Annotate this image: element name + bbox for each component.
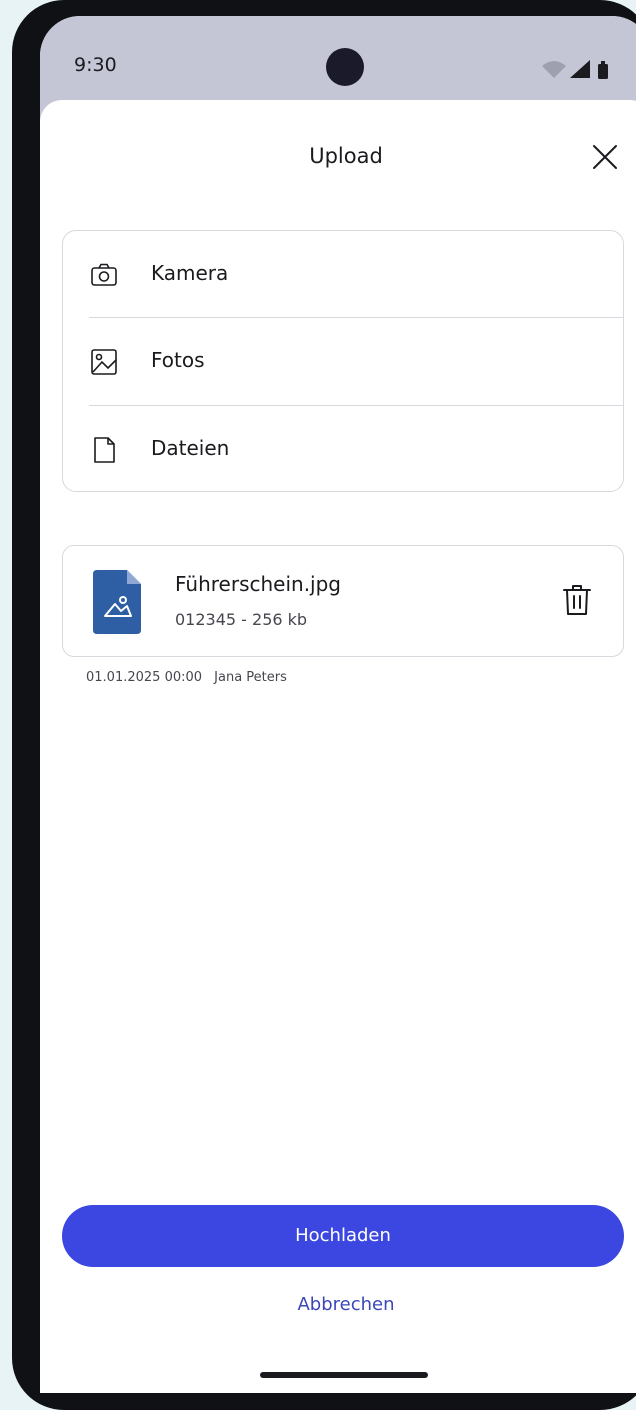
option-label: Fotos [151,348,205,372]
front-camera [326,48,364,86]
file-icon [94,437,115,463]
sheet-title: Upload [309,144,383,168]
image-icon [91,349,117,375]
image-file-icon [93,570,141,634]
option-label: Kamera [151,261,229,285]
uploaded-file-card: Führerschein.jpg 012345 - 256 kb [62,545,624,657]
close-icon[interactable] [588,140,622,174]
home-indicator[interactable] [260,1372,428,1378]
upload-user: Jana Peters [214,670,287,685]
upload-info: 01.01.2025 00:00 Jana Peters [86,670,295,685]
option-kamera[interactable]: Kamera [63,231,623,317]
trash-icon[interactable] [561,582,593,618]
status-time: 9:30 [74,54,117,76]
cancel-button[interactable]: Abbrechen [40,1294,636,1315]
wifi-icon [542,61,566,78]
file-name: Führerschein.jpg [175,572,342,596]
upload-date: 01.01.2025 00:00 [86,670,203,685]
option-dateien[interactable]: Dateien [63,406,623,492]
option-label: Dateien [151,436,230,460]
phone-frame: 9:30 Upload Kamera Fotos Dateien Führers… [12,0,636,1410]
file-meta: 012345 - 256 kb [175,610,308,629]
status-icons [542,60,608,79]
camera-icon [91,263,117,286]
signal-icon [570,60,590,78]
upload-button[interactable]: Hochladen [62,1205,624,1267]
battery-icon [598,64,608,79]
upload-sheet: Upload Kamera Fotos Dateien Führerschein… [40,100,636,1393]
upload-options: Kamera Fotos Dateien [62,230,624,492]
screen: 9:30 Upload Kamera Fotos Dateien Führers… [40,16,636,1393]
option-fotos[interactable]: Fotos [63,318,623,404]
